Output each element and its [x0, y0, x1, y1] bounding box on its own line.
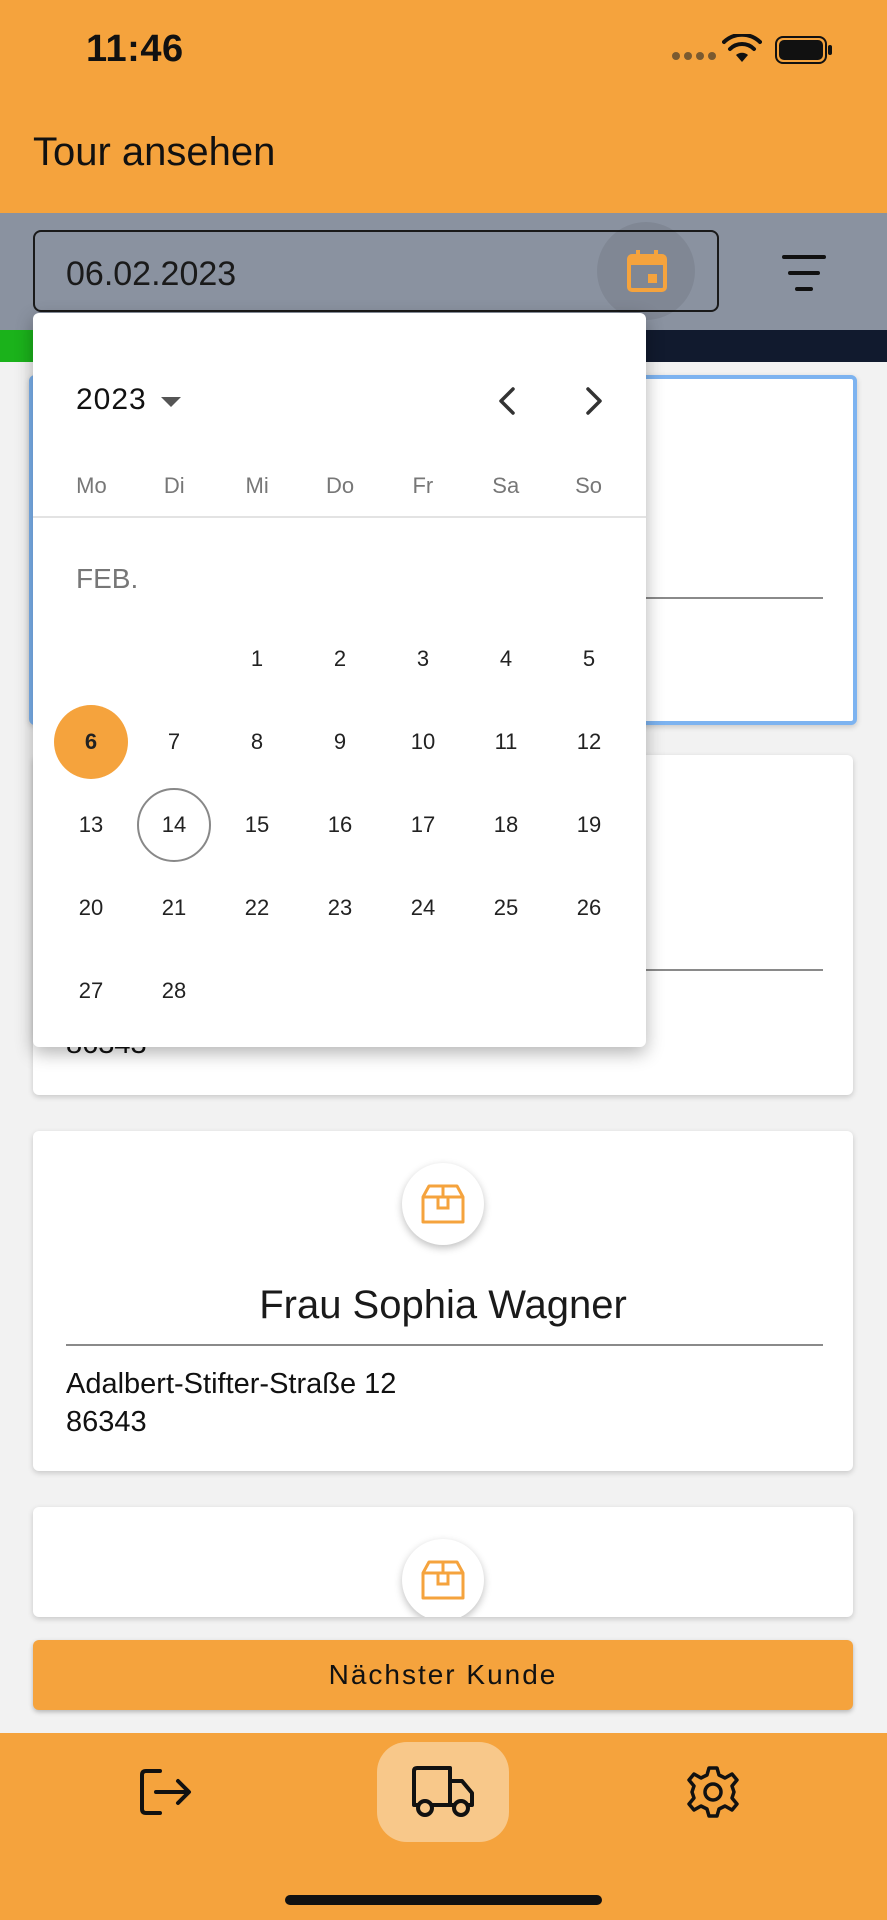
calendar-day-selected[interactable]: 6: [54, 705, 128, 779]
calendar-icon: [627, 250, 667, 292]
calendar-day[interactable]: 19: [552, 788, 626, 862]
page-title: Tour ansehen: [33, 130, 276, 174]
weekday-label: Sa: [492, 473, 520, 498]
weekday-header: Mo Di Mi Do Fr Sa So: [50, 473, 630, 499]
chevron-right-icon[interactable]: [573, 381, 613, 421]
calendar-day[interactable]: 4: [469, 622, 543, 696]
weekday-label: Mo: [76, 473, 107, 498]
status-time: 11:46: [86, 28, 184, 70]
calendar-day[interactable]: 1: [220, 622, 294, 696]
calendar-day[interactable]: 5: [552, 622, 626, 696]
calendar-day[interactable]: 3: [386, 622, 460, 696]
calendar-day[interactable]: 13: [54, 788, 128, 862]
calendar-day[interactable]: 17: [386, 788, 460, 862]
calendar-day-today[interactable]: 14: [137, 788, 211, 862]
calendar-day[interactable]: 15: [220, 788, 294, 862]
customer-card[interactable]: Frau Sophia Wagner Adalbert-Stifter-Stra…: [33, 1131, 853, 1471]
weekday-label: Mi: [245, 473, 269, 498]
chevron-left-icon[interactable]: [488, 381, 528, 421]
caret-down-icon[interactable]: [161, 397, 181, 407]
nav-settings[interactable]: [647, 1742, 779, 1842]
package-icon: [402, 1163, 484, 1245]
calendar-day[interactable]: 25: [469, 871, 543, 945]
calendar-day[interactable]: 8: [220, 705, 294, 779]
calendar-day[interactable]: 21: [137, 871, 211, 945]
month-label: FEB.: [76, 563, 139, 594]
picker-divider: [33, 516, 646, 518]
wifi-icon: [722, 34, 762, 62]
customer-name: Frau Sophia Wagner: [259, 1283, 627, 1327]
logout-icon: [140, 1769, 191, 1815]
calendar-button[interactable]: [597, 222, 695, 320]
calendar-day[interactable]: 16: [303, 788, 377, 862]
calendar-day[interactable]: 2: [303, 622, 377, 696]
calendar-day[interactable]: 27: [54, 954, 128, 1028]
calendar-day[interactable]: 26: [552, 871, 626, 945]
card-divider: [66, 1344, 823, 1346]
calendar-day[interactable]: 18: [469, 788, 543, 862]
calendar-day[interactable]: 28: [137, 954, 211, 1028]
signal-icon: [672, 52, 716, 60]
customer-zip: 86343: [66, 1406, 147, 1438]
weekday-label: Fr: [412, 473, 434, 498]
gear-icon: [687, 1766, 739, 1818]
calendar-day[interactable]: 12: [552, 705, 626, 779]
nav-logout[interactable]: [100, 1742, 232, 1842]
weekday-label: Di: [163, 473, 185, 498]
calendar-day[interactable]: 11: [469, 705, 543, 779]
date-picker: 2023 Mo Di Mi Do Fr Sa So FEB. 123456789…: [33, 313, 646, 1047]
home-indicator: [285, 1895, 602, 1905]
nav-tour[interactable]: [377, 1742, 509, 1842]
calendar-day[interactable]: 20: [54, 871, 128, 945]
weekday-label: Do: [325, 473, 355, 498]
filter-icon[interactable]: [770, 240, 836, 306]
date-field-value: 06.02.2023: [66, 255, 237, 293]
calendar-day[interactable]: 24: [386, 871, 460, 945]
weekday-label: So: [575, 473, 603, 498]
customer-street: Adalbert-Stifter-Straße 12: [66, 1368, 397, 1400]
calendar-day[interactable]: 9: [303, 705, 377, 779]
package-icon: [402, 1539, 484, 1617]
calendar-day[interactable]: 7: [137, 705, 211, 779]
calendar-day[interactable]: 22: [220, 871, 294, 945]
year-selector[interactable]: 2023: [76, 383, 147, 417]
customer-card[interactable]: [33, 1507, 853, 1617]
calendar-day[interactable]: 10: [386, 705, 460, 779]
calendar-day[interactable]: 23: [303, 871, 377, 945]
next-customer-button[interactable]: Nächster Kunde: [33, 1640, 853, 1710]
battery-icon: [775, 36, 832, 64]
truck-icon: [412, 1766, 474, 1817]
progress-fill: [0, 330, 33, 362]
